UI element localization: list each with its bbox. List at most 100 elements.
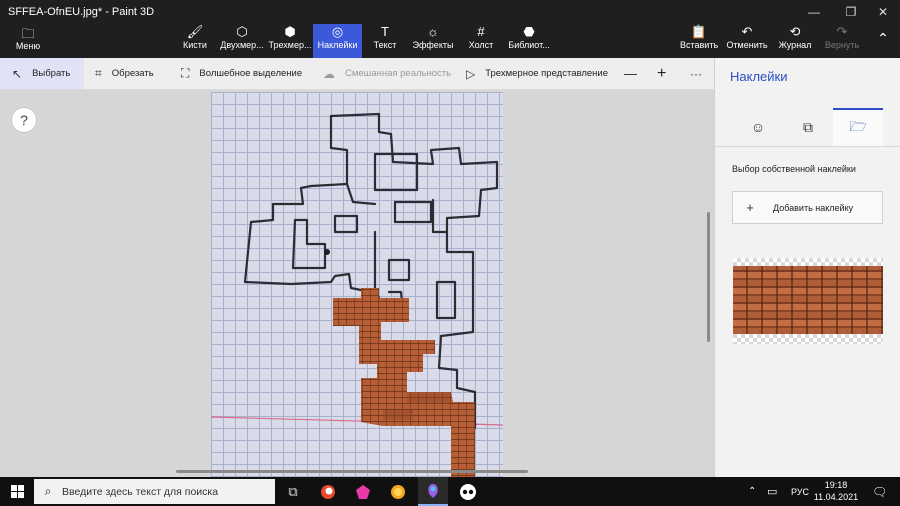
redo-label: Вернуть bbox=[824, 40, 860, 50]
tray-chevron-up-icon[interactable]: ⌃ bbox=[748, 477, 756, 506]
taskbar-app-icon[interactable] bbox=[313, 477, 343, 506]
3d-shapes-icon: ⬢ bbox=[284, 24, 296, 39]
texture-icon: ⧉ bbox=[803, 118, 813, 135]
close-button[interactable]: ✕ bbox=[866, 2, 900, 22]
3d-view-label: Трехмерное представление bbox=[485, 68, 608, 79]
wood-texture-sticker bbox=[733, 266, 883, 334]
tool-3d-shapes-label: Трехмер... bbox=[268, 40, 312, 50]
panel-divider bbox=[715, 146, 900, 147]
menu-label: Меню bbox=[15, 41, 41, 51]
vertical-scrollbar[interactable] bbox=[707, 212, 710, 342]
stickers-panel: Наклейки ☺ ⧉ 🗁 Выбор собственной наклейк… bbox=[714, 58, 900, 477]
tool-effects[interactable]: ☼ Эффекты bbox=[412, 24, 454, 58]
tool-text[interactable]: T Текст bbox=[366, 24, 404, 58]
taskbar-app-icon[interactable] bbox=[348, 477, 378, 506]
clipboard-icon: 📋 bbox=[690, 24, 708, 39]
history-button[interactable]: ⟲ Журнал bbox=[777, 24, 813, 58]
3d-view-tool[interactable]: ▷ Трехмерное представление bbox=[466, 58, 608, 89]
library-icon: ⬣ bbox=[523, 24, 535, 39]
magic-select-label: Волшебное выделение bbox=[199, 68, 303, 79]
add-sticker-button[interactable]: + Добавить наклейку bbox=[732, 191, 883, 224]
custom-sticker-folder-icon: 🗁 bbox=[849, 118, 867, 134]
history-label: Журнал bbox=[778, 40, 812, 50]
tool-3d-shapes[interactable]: ⬢ Трехмер... bbox=[267, 24, 313, 58]
windows-logo-icon bbox=[10, 485, 24, 498]
horizontal-scrollbar[interactable] bbox=[176, 470, 528, 473]
zoom-out-button[interactable]: — bbox=[624, 58, 637, 89]
canvas-workspace[interactable]: ? bbox=[0, 90, 714, 477]
taskbar-search[interactable]: ⌕ Введите здесь текст для поиска bbox=[34, 479, 275, 504]
custom-sticker-label: Выбор собственной наклейки bbox=[732, 164, 856, 174]
undo-button[interactable]: ↶ Отменить bbox=[726, 24, 768, 58]
taskbar-app-icon[interactable] bbox=[383, 477, 413, 506]
mixed-reality-tool[interactable]: ☁ Смешанная реальность bbox=[323, 58, 451, 89]
notifications-icon[interactable]: 🗨 bbox=[872, 477, 887, 506]
redo-icon: ↷ bbox=[836, 24, 848, 39]
effects-icon: ☼ bbox=[427, 24, 439, 39]
clock-date: 11.04.2021 bbox=[813, 492, 859, 502]
3d-view-icon: ▷ bbox=[466, 66, 476, 81]
canvas-image[interactable] bbox=[211, 92, 503, 477]
zoom-in-button[interactable]: + bbox=[657, 58, 666, 89]
panel-title: Наклейки bbox=[730, 69, 788, 84]
2d-shapes-icon: ⬡ bbox=[236, 24, 248, 39]
app-owl-icon bbox=[460, 483, 476, 500]
task-view-icon[interactable]: ⧉ bbox=[278, 477, 308, 506]
sticker-smiley-icon: ☺ bbox=[750, 119, 766, 135]
tool-2d-shapes-label: Двухмер... bbox=[220, 40, 264, 50]
taskbar-app-icon[interactable] bbox=[453, 477, 483, 506]
text-icon: T bbox=[381, 24, 389, 39]
taskbar-paint3d[interactable] bbox=[418, 477, 448, 506]
tab-custom-stickers[interactable]: 🗁 bbox=[833, 108, 883, 146]
app-swirl-icon bbox=[321, 484, 335, 499]
window-title: SFFEA-OfnEU.jpg* - Paint 3D bbox=[8, 6, 155, 18]
canvas-icon: # bbox=[477, 24, 485, 39]
paste-label: Вставить bbox=[680, 40, 719, 50]
stickers-icon: ◎ bbox=[331, 24, 344, 39]
menu-button[interactable]: 🗀 Меню bbox=[6, 26, 50, 56]
select-tool[interactable]: ↖ Выбрать bbox=[0, 58, 84, 89]
maximize-button[interactable]: ❐ bbox=[834, 2, 868, 22]
tool-canvas-label: Холст bbox=[468, 40, 494, 50]
tool-library[interactable]: ⬣ Библиот... bbox=[506, 24, 552, 58]
clock-time: 19:18 bbox=[824, 480, 848, 490]
search-icon: ⌕ bbox=[44, 484, 52, 498]
magic-select-tool[interactable]: ⛶ Волшебное выделение bbox=[181, 58, 302, 89]
more-options-button[interactable]: ··· bbox=[690, 58, 702, 89]
magic-select-icon: ⛶ bbox=[181, 66, 190, 80]
tool-2d-shapes[interactable]: ⬡ Двухмер... bbox=[218, 24, 266, 58]
history-icon: ⟲ bbox=[789, 24, 801, 39]
tab-stickers[interactable]: ☺ bbox=[733, 108, 783, 146]
ribbon: SFFEA-OfnEU.jpg* - Paint 3D — ❐ ✕ 🗀 Меню… bbox=[0, 0, 900, 58]
toolbar: ↖ Выбрать ⌗ Обрезать ⛶ Волшебное выделен… bbox=[0, 58, 714, 90]
tool-stickers-label: Наклейки bbox=[317, 40, 358, 50]
search-placeholder: Введите здесь текст для поиска bbox=[62, 485, 219, 498]
plus-icon: + bbox=[746, 200, 754, 215]
minimize-button[interactable]: — bbox=[797, 2, 831, 22]
add-sticker-label: Добавить наклейку bbox=[773, 202, 854, 213]
tool-brushes[interactable]: 🖌 Кисти bbox=[176, 24, 214, 58]
paste-button[interactable]: 📋 Вставить bbox=[680, 24, 718, 58]
folder-icon: 🗀 bbox=[21, 26, 35, 41]
drawn-maze-image bbox=[211, 112, 503, 477]
crop-label: Обрезать bbox=[111, 68, 154, 79]
crop-icon: ⌗ bbox=[95, 66, 102, 80]
tab-textures[interactable]: ⧉ bbox=[783, 108, 833, 146]
paint3d-icon bbox=[428, 483, 438, 498]
taskbar: ⌕ Введите здесь текст для поиска ⧉ ⌃ ▭ Р… bbox=[0, 477, 900, 506]
redo-button[interactable]: ↷ Вернуть bbox=[824, 24, 860, 58]
tool-stickers[interactable]: ◎ Наклейки bbox=[313, 24, 362, 58]
brush-icon: 🖌 bbox=[186, 24, 204, 39]
start-button[interactable] bbox=[0, 477, 34, 506]
taskbar-clock[interactable]: 19:18 11.04.2021 bbox=[810, 479, 862, 503]
help-button[interactable]: ? bbox=[11, 107, 37, 133]
cursor-icon: ↖ bbox=[12, 66, 23, 81]
select-label: Выбрать bbox=[32, 68, 71, 79]
tool-text-label: Текст bbox=[373, 40, 397, 50]
network-icon[interactable]: ▭ bbox=[767, 477, 777, 506]
tool-canvas[interactable]: # Холст bbox=[463, 24, 499, 58]
mixed-reality-label: Смешанная реальность bbox=[345, 68, 452, 79]
language-indicator[interactable]: РУС bbox=[791, 477, 809, 506]
custom-sticker-thumbnail[interactable] bbox=[733, 258, 883, 344]
crop-tool[interactable]: ⌗ Обрезать bbox=[95, 58, 154, 89]
